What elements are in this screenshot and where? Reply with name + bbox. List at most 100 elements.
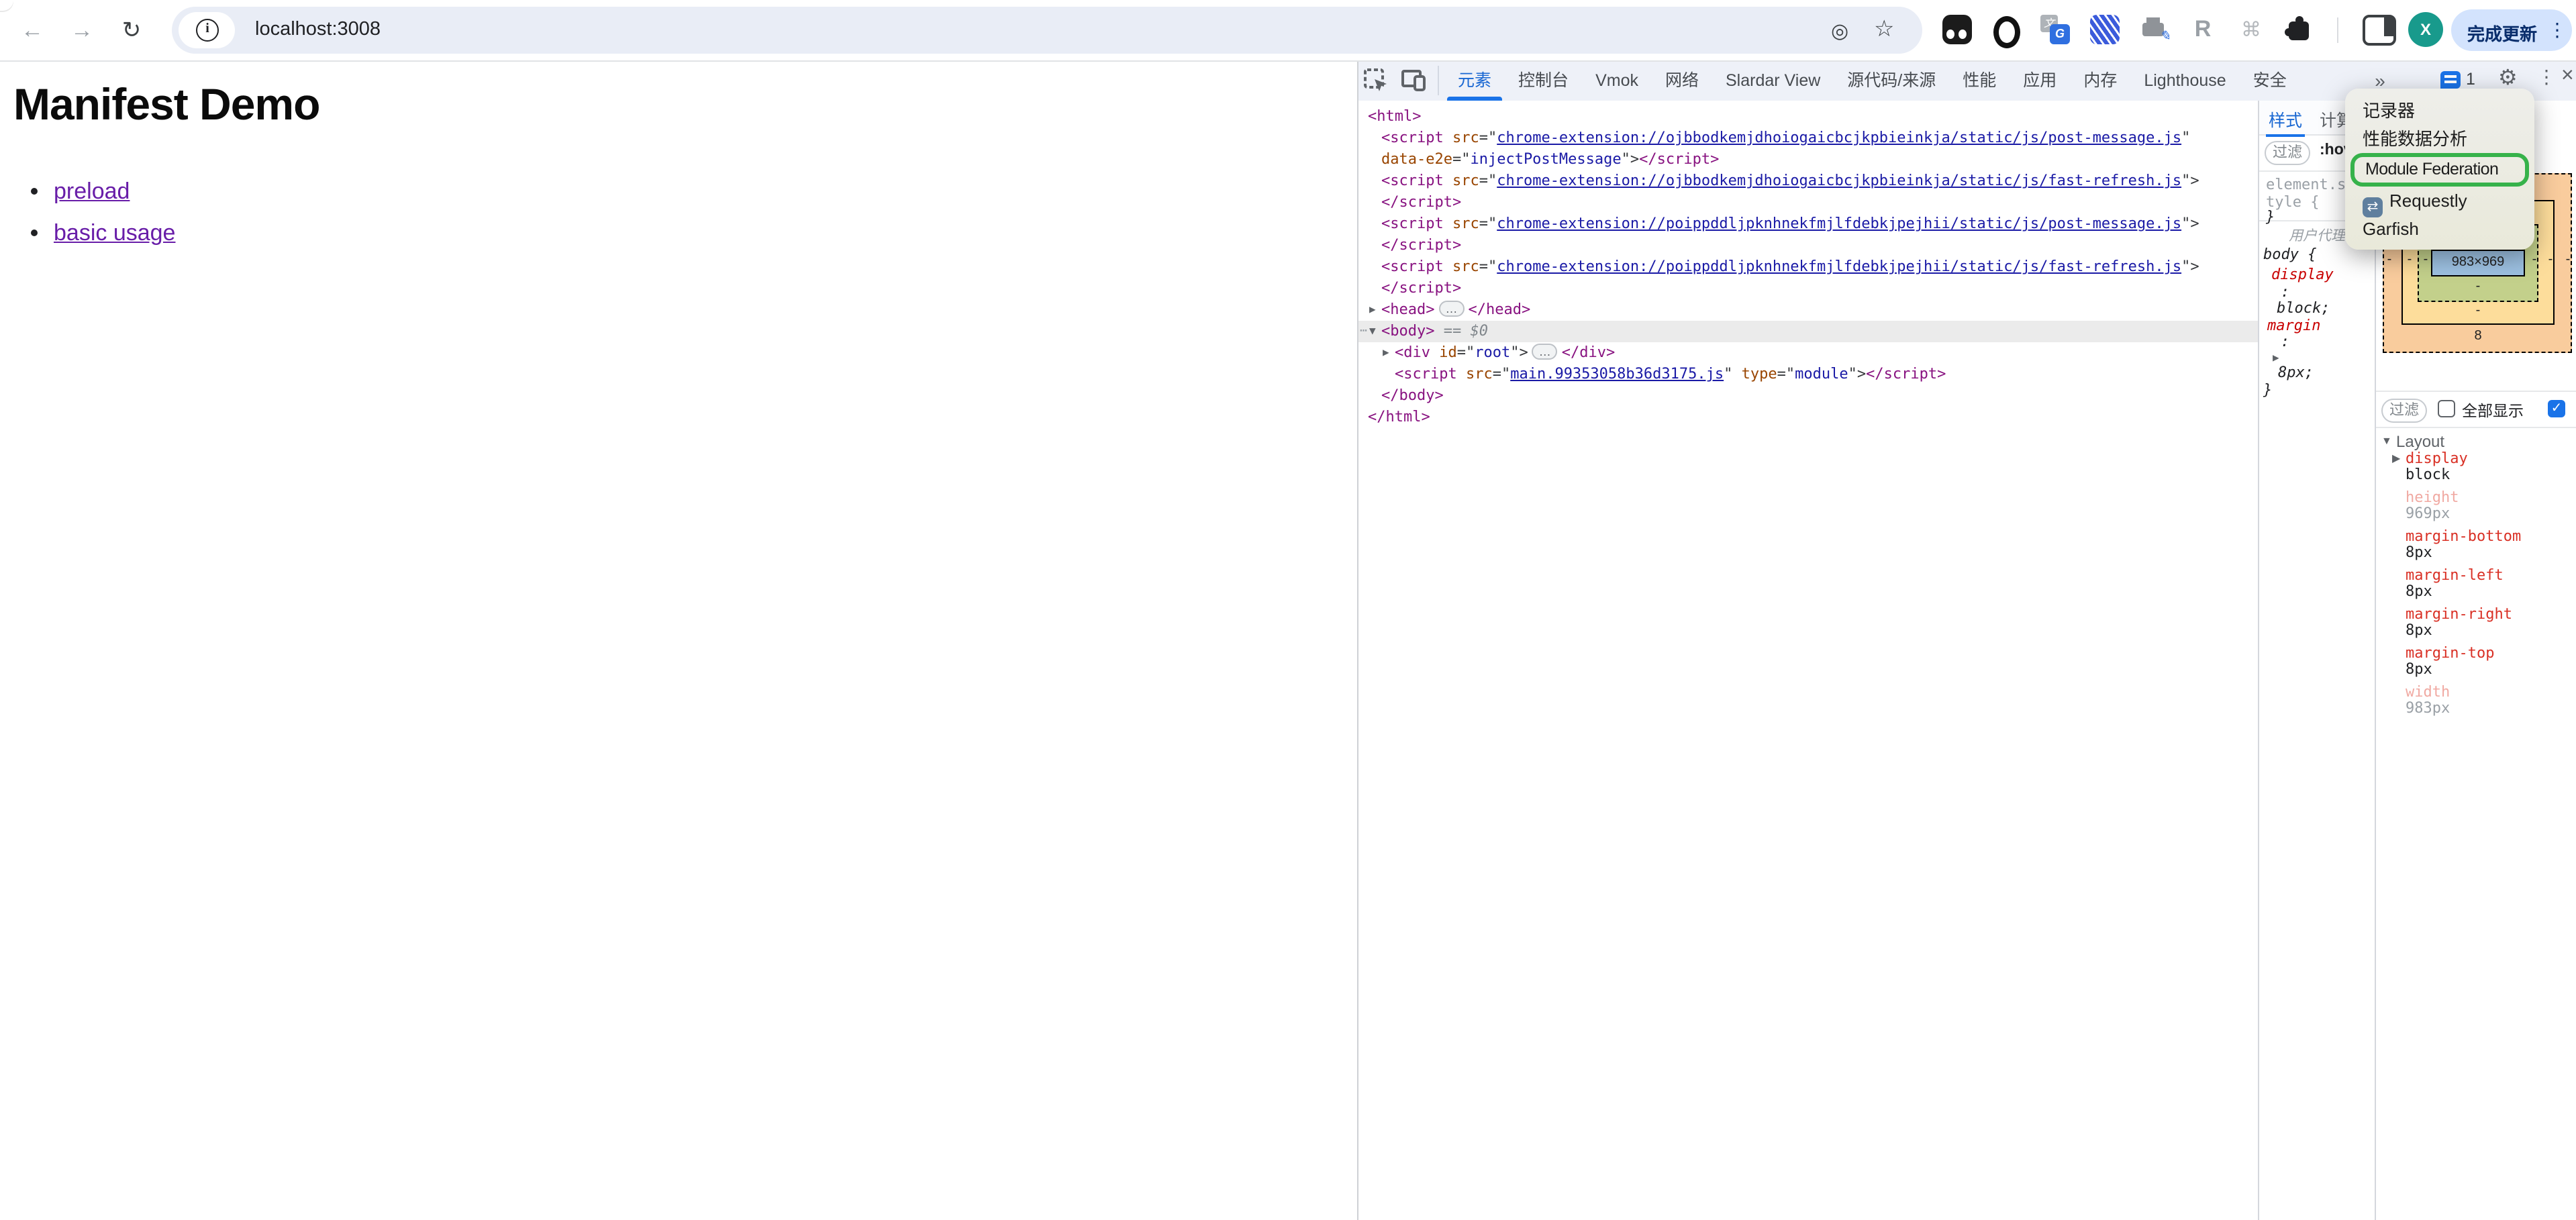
devtools-tab-性能[interactable]: 性能 — [1949, 60, 2010, 101]
show-all-checkbox[interactable] — [2438, 400, 2455, 417]
box-model-content[interactable]: 983×969 — [2431, 250, 2525, 276]
dom-tree-row[interactable]: <script src="main.99353058b36d3175.js" t… — [1358, 364, 2258, 385]
computed-prop-name[interactable]: width — [2406, 684, 2450, 701]
box-model-dash-value[interactable]: - — [2526, 252, 2542, 267]
layout-section-chevron-icon[interactable]: ▼ — [2381, 435, 2392, 447]
styles-filter-input[interactable]: 过滤 — [2265, 141, 2310, 165]
style-rule-text[interactable]: } — [2263, 381, 2272, 399]
dom-tree-row[interactable]: </html> — [1358, 407, 2258, 428]
devtools-close-icon[interactable]: × — [2561, 64, 2574, 89]
devtools-tab-元素[interactable]: 元素 — [1444, 60, 1505, 101]
reload-button[interactable]: ↻ — [114, 13, 149, 48]
r-extension-icon[interactable]: R — [2188, 15, 2218, 44]
style-rule-text[interactable]: display — [2271, 266, 2334, 283]
style-rule-text[interactable]: margin — [2267, 317, 2321, 334]
expand-arrow-icon[interactable]: ▶ — [2392, 452, 2400, 464]
devtools-tab-Slardar View[interactable]: Slardar View — [1712, 60, 1834, 101]
side-panel-icon[interactable] — [2363, 15, 2396, 46]
stripes-extension-icon[interactable] — [2090, 15, 2120, 44]
menu-item-Requestly[interactable]: ⇄Requestly — [2345, 187, 2534, 215]
computed-prop-name[interactable]: margin-right — [2406, 607, 2512, 623]
dom-tree-row[interactable]: <script src="chrome-extension://poippddl… — [1358, 213, 2258, 235]
style-rule-text[interactable]: 8px; — [2278, 364, 2314, 381]
box-model-dash-value[interactable]: - — [2401, 252, 2418, 267]
resource-link[interactable]: chrome-extension://ojbbodkemjdhoiogaicbc… — [1497, 129, 2181, 146]
devtools-tab-安全[interactable]: 安全 — [2240, 60, 2300, 101]
browser-menu-dots-icon[interactable]: ⋮ — [2548, 19, 2567, 42]
devtools-tab-应用[interactable]: 应用 — [2010, 60, 2070, 101]
resource-link[interactable]: main.99353058b36d3175.js — [1510, 365, 1724, 383]
menu-item-性能数据分析[interactable]: 性能数据分析 — [2345, 125, 2534, 153]
collapse-arrow-icon[interactable]: ▼ — [1369, 321, 1376, 342]
panda-extension-icon[interactable] — [1942, 15, 1972, 44]
node-overlay-dots-icon[interactable]: ⋯ — [1360, 321, 1366, 342]
menu-item-Garfish[interactable]: Garfish — [2345, 215, 2534, 243]
dom-tree-row[interactable]: </script> — [1358, 235, 2258, 256]
style-rule-text[interactable]: block; — [2277, 299, 2330, 317]
menu-item-Module Federation[interactable]: Module Federation — [2350, 153, 2529, 187]
resource-link[interactable]: chrome-extension://ojbbodkemjdhoiogaicbc… — [1497, 172, 2181, 189]
devtools-menu-dots-icon[interactable]: ⋮ — [2537, 66, 2556, 89]
dom-tree-row[interactable]: </script> — [1358, 192, 2258, 213]
dom-tree-row[interactable]: <script src="chrome-extension://poippddl… — [1358, 256, 2258, 278]
box-model-dash-value[interactable]: - — [2542, 252, 2559, 267]
profile-avatar[interactable]: X — [2408, 12, 2443, 47]
devtools-settings-gear-icon[interactable]: ⚙ — [2498, 64, 2518, 91]
oval-extension-icon[interactable] — [1992, 15, 2022, 44]
layout-section-header[interactable]: Layout — [2396, 432, 2444, 451]
tab-styles[interactable]: 样式 — [2269, 106, 2302, 132]
box-model-dash-value[interactable]: - — [2381, 252, 2397, 267]
style-rule-text[interactable]: : — [2281, 283, 2289, 301]
expand-arrow-icon[interactable]: ▶ — [1383, 342, 1389, 364]
devtools-tab-源代码/来源[interactable]: 源代码/来源 — [1834, 60, 1949, 101]
computed-prop-name[interactable]: display — [2406, 451, 2468, 467]
site-info-icon[interactable]: i — [196, 19, 219, 42]
collapsed-content-ellipsis[interactable]: … — [1532, 344, 1558, 360]
devtools-tab-网络[interactable]: 网络 — [1652, 60, 1712, 101]
computed-prop-name[interactable]: height — [2406, 490, 2459, 506]
back-button[interactable]: ← — [15, 13, 50, 48]
box-model-dash-value[interactable]: - — [2418, 252, 2434, 267]
style-rule-text[interactable]: : — [2281, 333, 2289, 350]
bookmark-star-icon[interactable]: ☆ — [1874, 16, 1895, 43]
page-link[interactable]: preload — [54, 179, 130, 204]
dom-tree-row[interactable]: </body> — [1358, 385, 2258, 407]
clover-extension-icon[interactable]: ⌘ — [2236, 15, 2266, 44]
style-rule-text[interactable]: body { — [2263, 246, 2317, 263]
computed-filter-input[interactable]: 过滤 — [2381, 399, 2427, 423]
box-model-dash-value[interactable]: - — [2470, 279, 2486, 294]
style-rule-text[interactable]: element.s — [2266, 176, 2346, 193]
dom-tree-row[interactable]: <script src="chrome-extension://ojbbodke… — [1358, 170, 2258, 192]
dom-tree-row[interactable]: data-e2e="injectPostMessage"></script> — [1358, 149, 2258, 170]
style-rule-text[interactable]: } — [2266, 208, 2275, 225]
collapsed-content-ellipsis[interactable]: … — [1439, 301, 1465, 317]
dom-tree-row[interactable]: ▶<head>…</head> — [1358, 299, 2258, 321]
preview-icon[interactable]: ◎ — [1831, 19, 1848, 43]
expand-arrow-icon[interactable]: ▶ — [1369, 299, 1376, 321]
menu-item-记录器[interactable]: 记录器 — [2345, 97, 2534, 125]
resource-link[interactable]: chrome-extension://poippddljpknhnekfmjlf… — [1497, 215, 2181, 232]
forward-button[interactable]: → — [64, 13, 99, 48]
group-checkbox[interactable]: ✓ — [2548, 400, 2565, 417]
address-bar[interactable]: i localhost:3008 ◎ ☆ — [172, 7, 1922, 54]
dom-tree-row[interactable]: ▶<div id="root">…</div> — [1358, 342, 2258, 364]
update-chrome-button[interactable]: 完成更新 ⋮ — [2451, 9, 2572, 51]
dom-tree-row[interactable]: <html> — [1358, 106, 2258, 128]
inspect-element-icon[interactable] — [1363, 67, 1389, 94]
box-model-dash-value[interactable]: - — [2470, 303, 2486, 318]
url-text[interactable]: localhost:3008 — [255, 19, 381, 40]
dom-tree-row[interactable]: </script> — [1358, 278, 2258, 299]
printer-extension-icon[interactable]: ✎ — [2140, 15, 2169, 44]
devtools-tab-Vmok[interactable]: Vmok — [1582, 60, 1652, 101]
box-model-dash-value[interactable]: - — [2560, 252, 2576, 267]
device-toolbar-icon[interactable] — [1400, 67, 1427, 94]
computed-prop-name[interactable]: margin-bottom — [2406, 529, 2521, 545]
dom-tree-row[interactable]: ⋯▼<body> == $0 — [1358, 321, 2258, 342]
dom-tree-row[interactable]: <script src="chrome-extension://ojbbodke… — [1358, 128, 2258, 149]
computed-prop-name[interactable]: margin-top — [2406, 646, 2494, 662]
page-link[interactable]: basic usage — [54, 220, 175, 246]
devtools-tab-Lighthouse[interactable]: Lighthouse — [2130, 60, 2239, 101]
devtools-tab-内存[interactable]: 内存 — [2070, 60, 2130, 101]
resource-link[interactable]: chrome-extension://poippddljpknhnekfmjlf… — [1497, 258, 2181, 275]
devtools-tab-控制台[interactable]: 控制台 — [1505, 60, 1582, 101]
